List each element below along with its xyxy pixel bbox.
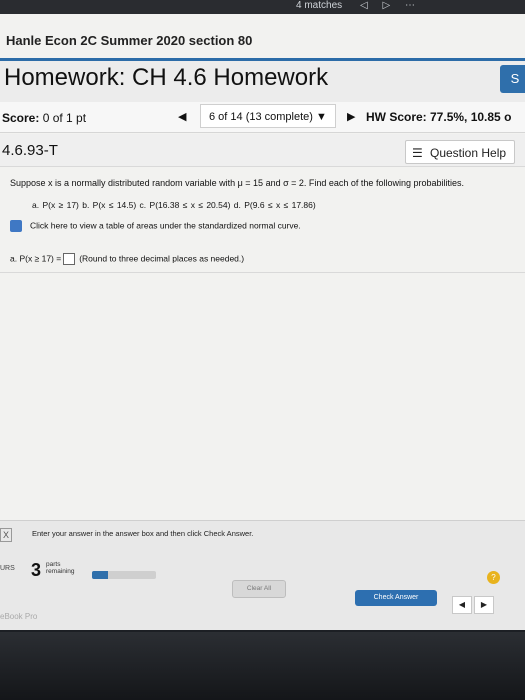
answer-prefix: a. P(x ≥ 17) = (10, 253, 62, 264)
score-text: Score: 0 of 1 pt (2, 111, 86, 125)
close-icon[interactable]: X (0, 528, 12, 542)
course-title: Hanle Econ 2C Summer 2020 section 80 (6, 33, 253, 48)
next-question-icon[interactable]: ▶ (347, 110, 355, 123)
left-edge-label: URS (0, 565, 15, 572)
divider (0, 272, 525, 273)
question-help-button[interactable]: ☰ Question Help (405, 140, 515, 164)
question-prompt: Suppose x is a normally distributed rand… (10, 178, 464, 188)
next-question-button[interactable]: ▶ (474, 596, 494, 614)
hw-score: HW Score: 77.5%, 10.85 o (366, 110, 512, 124)
question-parts: a. P(x ≥ 17) b. P(x ≤ 14.5) c. P(16.38 ≤… (32, 200, 316, 210)
table-icon[interactable] (10, 220, 22, 232)
answer-hint: (Round to three decimal places as needed… (79, 253, 245, 264)
find-matches-text: 4 matches (296, 0, 343, 11)
browser-screen: 4 matches ◁ ▷ ⋯ Hanle Econ 2C Summer 202… (0, 0, 525, 630)
score-label: Score: (2, 111, 40, 125)
parts-remaining-label: parts remaining (46, 561, 75, 575)
parts-label-2: remaining (46, 568, 75, 575)
question-selector[interactable]: 6 of 14 (13 complete) ▼ (200, 104, 336, 128)
parts-progress-bar (92, 571, 156, 579)
side-button[interactable]: S (500, 65, 525, 93)
check-answer-button[interactable]: Check Answer (355, 590, 437, 606)
parts-remaining-count: 3 (31, 560, 42, 580)
answer-input[interactable] (63, 253, 76, 265)
page-title: Homework: CH 4.6 Homework (4, 64, 329, 91)
previous-question-icon[interactable]: ◀ (178, 110, 186, 123)
normal-table-link-text[interactable]: Click here to view a table of areas unde… (30, 220, 301, 230)
score-value: 0 of 1 pt (42, 111, 87, 125)
find-nav-icons[interactable]: ◁ ▷ ⋯ (360, 0, 421, 11)
normal-table-link[interactable]: Click here to view a table of areas unde… (10, 220, 301, 232)
parts-progress-fill (92, 571, 108, 579)
clear-all-button[interactable]: Clear All (232, 580, 286, 598)
parts-label-1: parts (46, 561, 61, 568)
footer-instruction: Enter your answer in the answer box and … (32, 529, 254, 538)
prev-question-button[interactable]: ◀ (452, 596, 472, 614)
help-icon[interactable]: ? (487, 571, 500, 584)
question-help-label: Question Help (430, 146, 507, 160)
browser-top-bar: 4 matches ◁ ▷ ⋯ (0, 0, 525, 14)
list-icon: ☰ (412, 146, 423, 160)
laptop-bezel (0, 632, 525, 700)
question-id: 4.6.93-T (2, 142, 58, 159)
answer-line: a. P(x ≥ 17) = (Round to three decimal pl… (10, 253, 244, 265)
ebook-label[interactable]: eBook Pro (0, 612, 37, 621)
